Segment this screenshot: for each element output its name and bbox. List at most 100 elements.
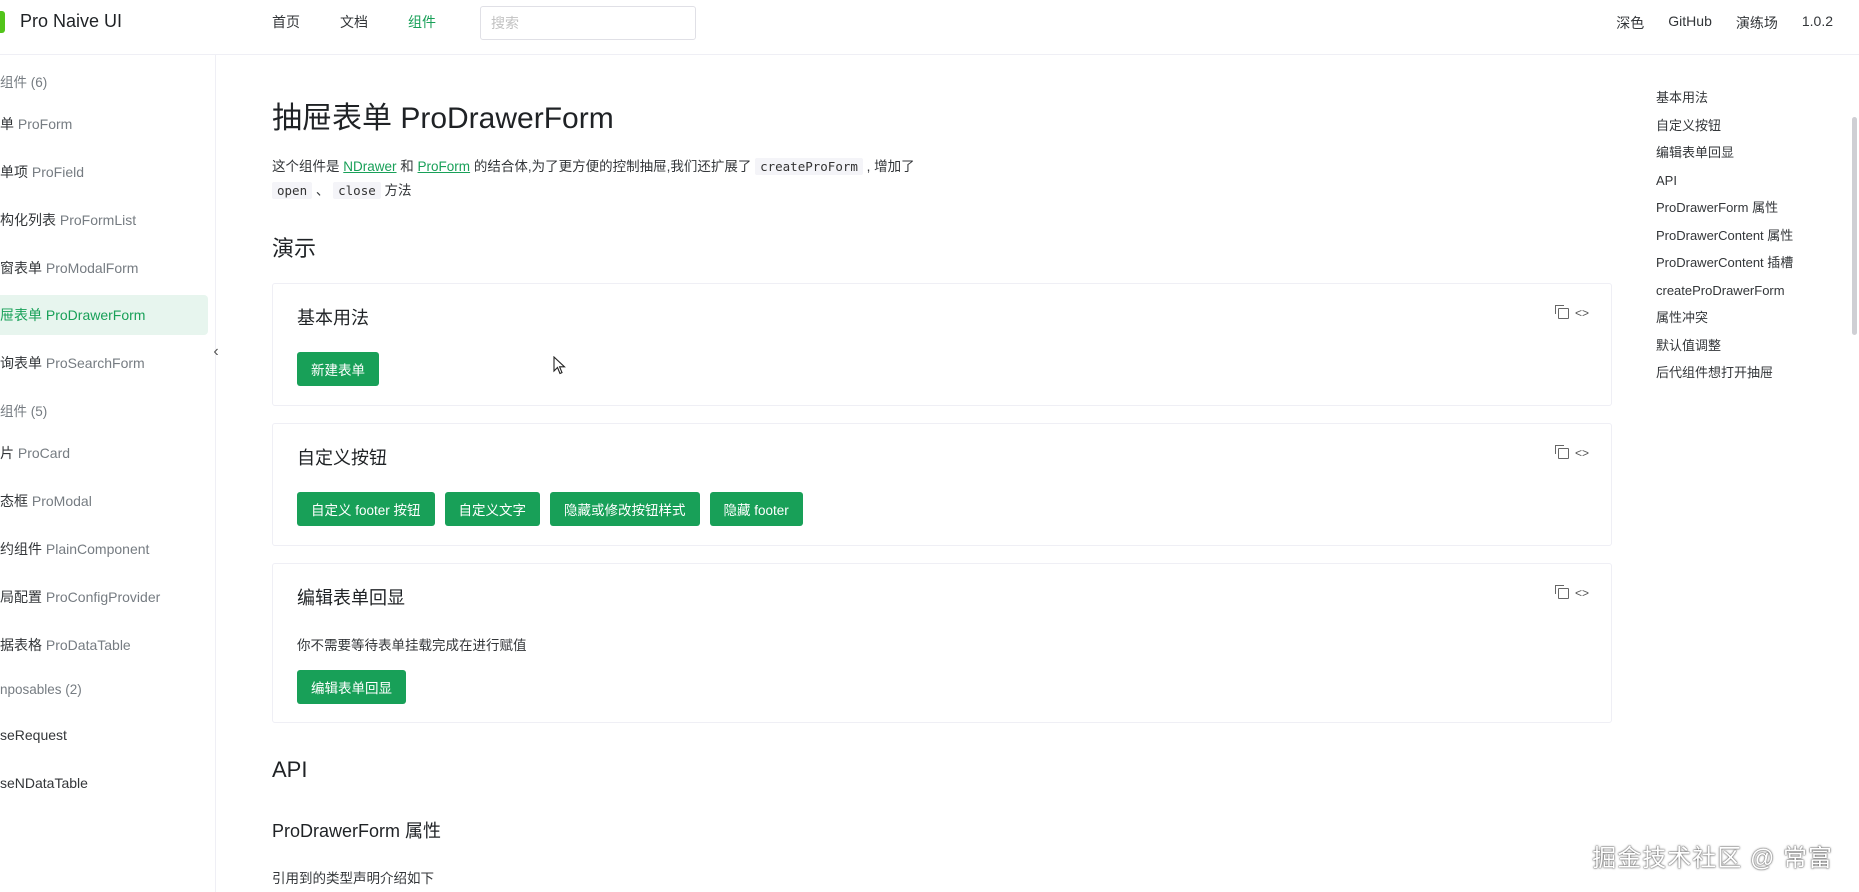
sidebar-item-sublabel: ProFormList xyxy=(59,212,137,228)
sidebar-item-label: 单项 xyxy=(0,164,32,180)
card-tools: <> xyxy=(1555,305,1589,320)
toc-item[interactable]: 默认值调整 xyxy=(1656,336,1826,364)
sidebar-item-label: 局配置 xyxy=(0,589,46,605)
sidebar-item-usendatatable[interactable]: seNDataTable xyxy=(0,763,208,803)
toc-item[interactable]: ProDrawerContent 属性 xyxy=(1656,226,1826,254)
scrollbar-thumb[interactable] xyxy=(1852,117,1857,335)
sidebar-item-sublabel: ProConfigProvider xyxy=(45,589,161,605)
card-title: 自定义按钮 xyxy=(297,448,387,468)
sidebar-item-sublabel: PlainComponent xyxy=(45,541,150,557)
sidebar-group-label: 组件 (5) xyxy=(0,404,48,419)
sidebar-item-label: seRequest xyxy=(0,727,67,743)
intro-text: 、 xyxy=(312,183,334,198)
nav-components[interactable]: 组件 xyxy=(408,12,436,32)
card-buttons: 自定义 footer 按钮 自定义文字 隐藏或修改按钮样式 隐藏 footer xyxy=(297,492,803,526)
sidebar-group-label: nposables (2) xyxy=(0,682,82,697)
sidebar-item-sublabel: ProForm xyxy=(17,116,73,132)
nav-docs[interactable]: 文档 xyxy=(340,12,368,32)
custom-text-button[interactable]: 自定义文字 xyxy=(444,492,541,526)
api-heading: API xyxy=(272,757,308,782)
toc-item[interactable]: 基本用法 xyxy=(1656,88,1826,116)
toc-item[interactable]: 自定义按钮 xyxy=(1656,116,1826,144)
sidebar-item-sublabel: ProSearchForm xyxy=(45,355,145,371)
sidebar-item-label: 据表格 xyxy=(0,637,46,653)
table-of-contents: 基本用法 自定义按钮 编辑表单回显 API ProDrawerForm 属性 P… xyxy=(1656,88,1826,391)
sidebar-item-plaincomponent[interactable]: 约组件 PlainComponent xyxy=(0,529,208,569)
sidebar-item-proform[interactable]: 单 ProForm xyxy=(0,104,208,144)
github-link[interactable]: GitHub xyxy=(1668,13,1712,33)
sidebar-item-sublabel: ProDataTable xyxy=(45,637,131,653)
custom-footer-button[interactable]: 自定义 footer 按钮 xyxy=(297,492,435,526)
copy-icon[interactable] xyxy=(1555,585,1569,599)
toc-item[interactable]: 属性冲突 xyxy=(1656,308,1826,336)
new-form-button[interactable]: 新建表单 xyxy=(297,352,379,386)
copy-icon[interactable] xyxy=(1555,305,1569,319)
toc-item[interactable]: createProDrawerForm xyxy=(1656,281,1826,309)
code-close: close xyxy=(333,182,381,199)
sidebar-item-prodrawerform[interactable]: 屉表单 ProDrawerForm xyxy=(0,295,208,335)
sidebar-item-prosearchform[interactable]: 询表单 ProSearchForm xyxy=(0,343,208,383)
sidebar-item-userequest[interactable]: seRequest xyxy=(0,715,208,755)
hide-footer-button[interactable]: 隐藏 footer xyxy=(709,492,803,526)
sidebar-item-sublabel: ProCard xyxy=(17,445,71,461)
hide-modify-button[interactable]: 隐藏或修改按钮样式 xyxy=(550,492,700,526)
sidebar: 组件 (6) 单 ProForm 单项 ProField 构化列表 ProFor… xyxy=(0,55,219,892)
sidebar-item-proconfigprovider[interactable]: 局配置 ProConfigProvider xyxy=(0,577,208,617)
collapse-sidebar-icon[interactable]: ‹ xyxy=(204,340,228,364)
card-title: 基本用法 xyxy=(297,308,369,328)
code-icon[interactable]: <> xyxy=(1575,306,1589,320)
props-description: 引用到的类型声明介绍如下 xyxy=(272,871,434,886)
demo-card-custom-buttons: 自定义按钮 <> 自定义 footer 按钮 自定义文字 隐藏或修改按钮样式 隐… xyxy=(272,423,1612,546)
sidebar-item-sublabel: ProModalForm xyxy=(45,260,139,276)
sidebar-item-label: 构化列表 xyxy=(0,212,60,228)
logo-icon xyxy=(0,11,5,33)
toc-item[interactable]: ProDrawerForm 属性 xyxy=(1656,198,1826,226)
card-tools: <> xyxy=(1555,585,1589,600)
sidebar-item-label: 窗表单 xyxy=(0,260,46,276)
brand-title[interactable]: Pro Naive UI xyxy=(20,11,122,32)
version-select[interactable]: 1.0.2 xyxy=(1802,13,1833,33)
demo-card-basic: 基本用法 <> 新建表单 xyxy=(272,283,1612,406)
theme-toggle[interactable]: 深色 xyxy=(1616,13,1644,33)
sidebar-item-prodatatable[interactable]: 据表格 ProDataTable xyxy=(0,625,208,665)
proform-link[interactable]: ProForm xyxy=(418,159,471,174)
sidebar-item-sublabel: ProField xyxy=(31,164,85,180)
sidebar-item-sublabel: ProDrawerForm xyxy=(45,307,146,323)
sidebar-item-profield[interactable]: 单项 ProField xyxy=(0,152,208,192)
edit-echo-button[interactable]: 编辑表单回显 xyxy=(297,670,406,704)
card-description: 你不需要等待表单挂载完成在进行赋值 xyxy=(297,638,527,653)
watermark: 掘金技术社区 @ 常富 xyxy=(1592,845,1833,872)
toc-item[interactable]: API xyxy=(1656,171,1826,199)
copy-icon[interactable] xyxy=(1555,445,1569,459)
code-icon[interactable]: <> xyxy=(1575,586,1589,600)
sidebar-item-label: 约组件 xyxy=(0,541,46,557)
sidebar-group-label: 组件 (6) xyxy=(0,75,48,90)
toc-item[interactable]: 后代组件想打开抽屉 xyxy=(1656,363,1826,391)
page-title: 抽屉表单 ProDrawerForm xyxy=(272,102,614,135)
right-nav: 深色 GitHub 演练场 1.0.2 xyxy=(1592,13,1833,33)
demo-heading: 演示 xyxy=(272,236,317,261)
sidebar-item-label: 单 xyxy=(0,116,18,132)
intro-text: 这个组件是 xyxy=(272,159,344,174)
toc-item[interactable]: ProDrawerContent 插槽 xyxy=(1656,253,1826,281)
intro-text: 方法 xyxy=(380,183,412,198)
playground-link[interactable]: 演练场 xyxy=(1736,13,1778,33)
card-title: 编辑表单回显 xyxy=(297,588,405,608)
sidebar-item-promodal[interactable]: 态框 ProModal xyxy=(0,481,208,521)
toc-item[interactable]: 编辑表单回显 xyxy=(1656,143,1826,171)
code-open: open xyxy=(272,182,313,199)
nav-home[interactable]: 首页 xyxy=(272,12,300,32)
intro-text: 的结合体,为了更方便的控制抽屉,我们还扩展了 xyxy=(470,159,756,174)
scrollbar[interactable] xyxy=(1851,55,1859,892)
card-buttons: 新建表单 xyxy=(297,352,379,386)
sidebar-item-label: 屉表单 xyxy=(0,307,46,323)
top-header: Pro Naive UI 首页 文档 组件 深色 GitHub 演练场 1.0.… xyxy=(0,0,1859,55)
code-icon[interactable]: <> xyxy=(1575,446,1589,460)
sidebar-item-proformlist[interactable]: 构化列表 ProFormList xyxy=(0,200,208,240)
sidebar-item-sublabel: ProModal xyxy=(31,493,92,509)
ndrawer-link[interactable]: NDrawer xyxy=(343,159,396,174)
sidebar-item-procard[interactable]: 片 ProCard xyxy=(0,433,208,473)
mouse-cursor-icon xyxy=(553,356,566,375)
sidebar-item-promodalform[interactable]: 窗表单 ProModalForm xyxy=(0,248,208,288)
search-input[interactable] xyxy=(480,6,696,40)
